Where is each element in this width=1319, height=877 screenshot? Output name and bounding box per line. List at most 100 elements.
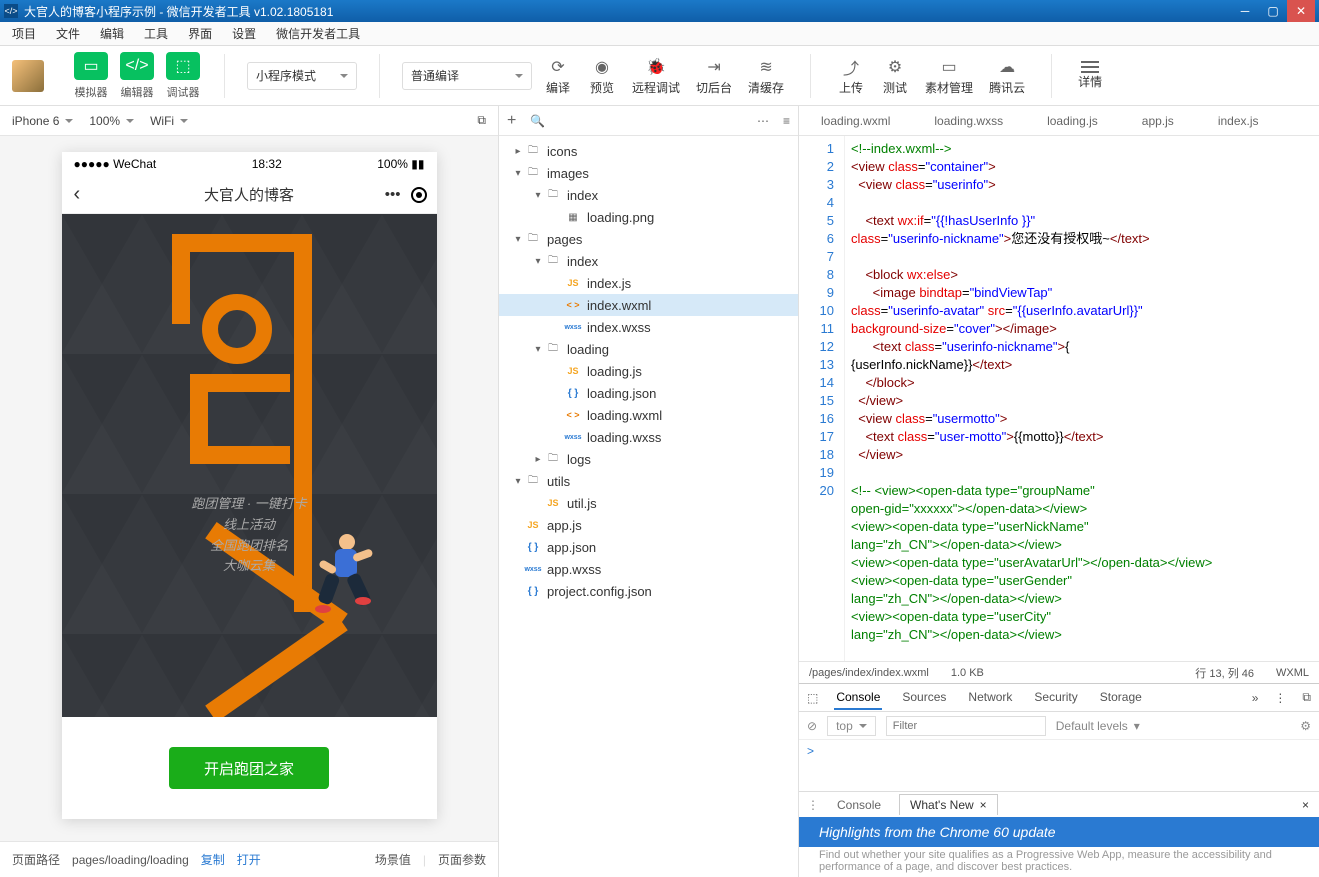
remote-debug-icon[interactable]: 🐞	[642, 55, 670, 79]
whatsnew-tab[interactable]: What's New×	[899, 794, 998, 815]
screenshot-icon[interactable]: ⧉	[477, 113, 486, 128]
tree-node-index.wxss[interactable]: wxssindex.wxss	[499, 316, 798, 338]
add-file-icon[interactable]: +	[507, 112, 516, 130]
tree-node-loading.wxml[interactable]: < >loading.wxml	[499, 404, 798, 426]
menu-编辑[interactable]: 编辑	[96, 23, 128, 44]
tree-node-index[interactable]: ▾🗀index	[499, 184, 798, 206]
menu-工具[interactable]: 工具	[140, 23, 172, 44]
tree-node-loading.wxss[interactable]: wxssloading.wxss	[499, 426, 798, 448]
background-icon[interactable]: ⇥	[700, 55, 728, 79]
devtools-tab-security[interactable]: Security	[1032, 686, 1079, 710]
filter-input[interactable]	[886, 716, 1046, 736]
search-icon[interactable]: 🔍	[530, 114, 545, 128]
menu-文件[interactable]: 文件	[52, 23, 84, 44]
menu-微信开发者工具[interactable]: 微信开发者工具	[272, 23, 364, 44]
assets-icon[interactable]: ▭	[935, 55, 963, 79]
simulator-button[interactable]: ▭	[74, 52, 108, 80]
tree-node-app.js[interactable]: JSapp.js	[499, 514, 798, 536]
tree-node-loading.js[interactable]: JSloading.js	[499, 360, 798, 382]
tree-node-icons[interactable]: ▸🗀icons	[499, 140, 798, 162]
upload-icon[interactable]: ⤴	[837, 55, 865, 79]
close-icon[interactable]: ×	[980, 798, 987, 812]
status-file: /pages/index/index.wxml	[809, 667, 929, 679]
tab-loading.wxss[interactable]: loading.wxss	[912, 106, 1025, 135]
context-select[interactable]: top	[827, 716, 876, 736]
tree-node-app.json[interactable]: { }app.json	[499, 536, 798, 558]
clock-label: 18:32	[252, 157, 282, 171]
devtools-tab-storage[interactable]: Storage	[1098, 686, 1144, 710]
menu-界面[interactable]: 界面	[184, 23, 216, 44]
minimize-button[interactable]: ─	[1231, 0, 1259, 22]
tree-node-index.wxml[interactable]: < >index.wxml	[499, 294, 798, 316]
menu-项目[interactable]: 项目	[8, 23, 40, 44]
mode-select[interactable]: 小程序模式	[247, 62, 357, 90]
tab-app.js[interactable]: app.js	[1120, 106, 1196, 135]
levels-select[interactable]: Default levels ▾	[1056, 719, 1140, 733]
maximize-button[interactable]: ▢	[1259, 0, 1287, 22]
whatsnew-desc: Find out whether your site qualifies as …	[799, 847, 1319, 877]
details-icon[interactable]	[1081, 61, 1099, 73]
tree-node-loading.png[interactable]: ▦loading.png	[499, 206, 798, 228]
menu-设置[interactable]: 设置	[228, 23, 260, 44]
tree-node-loading.json[interactable]: { }loading.json	[499, 382, 798, 404]
simulator-controls: iPhone 6 100% WiFi ⧉	[0, 106, 498, 136]
devtools-tab-sources[interactable]: Sources	[900, 686, 948, 710]
drawer-console-tab[interactable]: Console	[827, 798, 891, 812]
tree-node-app.wxss[interactable]: wxssapp.wxss	[499, 558, 798, 580]
status-size: 1.0 KB	[951, 667, 984, 679]
line-gutter: 1234567891011121314151617181920	[799, 136, 845, 661]
tree-node-util.js[interactable]: JSutil.js	[499, 492, 798, 514]
preview-icon[interactable]: ◉	[588, 55, 616, 79]
tab-loading.js[interactable]: loading.js	[1025, 106, 1120, 135]
drawer-close-icon[interactable]: ×	[1292, 798, 1319, 812]
more-icon[interactable]: •••	[385, 186, 401, 203]
primary-cta-button[interactable]: 开启跑团之家	[169, 747, 329, 789]
tab-index.js[interactable]: index.js	[1196, 106, 1281, 135]
runner-illustration	[297, 527, 377, 627]
test-icon[interactable]: ⚙	[881, 55, 909, 79]
clear-console-icon[interactable]: ⊘	[807, 719, 817, 733]
tree-node-index[interactable]: ▾🗀index	[499, 250, 798, 272]
device-select[interactable]: iPhone 6	[12, 114, 73, 128]
target-icon[interactable]	[411, 187, 427, 203]
devtools-more-icon[interactable]: »	[1252, 691, 1259, 705]
page-title: 大官人的博客	[204, 184, 294, 205]
avatar[interactable]	[12, 60, 44, 92]
zoom-select[interactable]: 100%	[89, 114, 134, 128]
tree-node-images[interactable]: ▾🗀images	[499, 162, 798, 184]
page-path: pages/loading/loading	[72, 853, 189, 867]
tab-loading.wxml[interactable]: loading.wxml	[799, 106, 912, 135]
editor-button[interactable]: </>	[120, 52, 154, 80]
tree-node-logs[interactable]: ▸🗀logs	[499, 448, 798, 470]
network-select[interactable]: WiFi	[150, 114, 188, 128]
console-body[interactable]: >	[799, 740, 1319, 791]
tree-node-index.js[interactable]: JSindex.js	[499, 272, 798, 294]
clear-cache-icon[interactable]: ≋	[752, 55, 780, 79]
devtools-menu-icon[interactable]: ⋮	[1274, 691, 1286, 705]
cloud-icon[interactable]: ☁	[993, 55, 1021, 79]
devtools-tab-network[interactable]: Network	[966, 686, 1014, 710]
tree-node-project.config.json[interactable]: { }project.config.json	[499, 580, 798, 602]
devtools-tab-console[interactable]: Console	[834, 686, 882, 710]
devtools-dock-icon[interactable]: ⧉	[1302, 690, 1311, 705]
main-toolbar: ▭模拟器 </>编辑器 ⬚调试器 小程序模式 普通编译 ⟳编译 ◉预览 🐞远程调…	[0, 46, 1319, 106]
battery-label: 100% ▮▮	[377, 157, 424, 171]
compile-select[interactable]: 普通编译	[402, 62, 532, 90]
tree-settings-icon[interactable]: ≡	[783, 114, 790, 128]
back-button[interactable]: ‹	[74, 183, 81, 206]
compile-icon[interactable]: ⟳	[544, 55, 572, 79]
open-link[interactable]: 打开	[237, 851, 261, 868]
tree-node-loading[interactable]: ▾🗀loading	[499, 338, 798, 360]
console-settings-icon[interactable]: ⚙	[1300, 719, 1311, 733]
carrier-label: ●●●●● WeChat	[74, 157, 157, 171]
inspect-icon[interactable]: ⬚	[807, 691, 818, 705]
tree-more-icon[interactable]: ⋯	[757, 114, 769, 128]
copy-link[interactable]: 复制	[201, 851, 225, 868]
tree-node-pages[interactable]: ▾🗀pages	[499, 228, 798, 250]
debugger-button[interactable]: ⬚	[166, 52, 200, 80]
code-editor[interactable]: <!--index.wxml--> <view class="container…	[845, 136, 1319, 661]
close-button[interactable]: ✕	[1287, 0, 1315, 22]
tree-node-utils[interactable]: ▾🗀utils	[499, 470, 798, 492]
splash-lines: 跑团管理 · 一键打卡线上活动全国跑团排名大咖云集	[62, 494, 437, 577]
window-titlebar: </> 大官人的博客小程序示例 - 微信开发者工具 v1.02.1805181 …	[0, 0, 1319, 22]
